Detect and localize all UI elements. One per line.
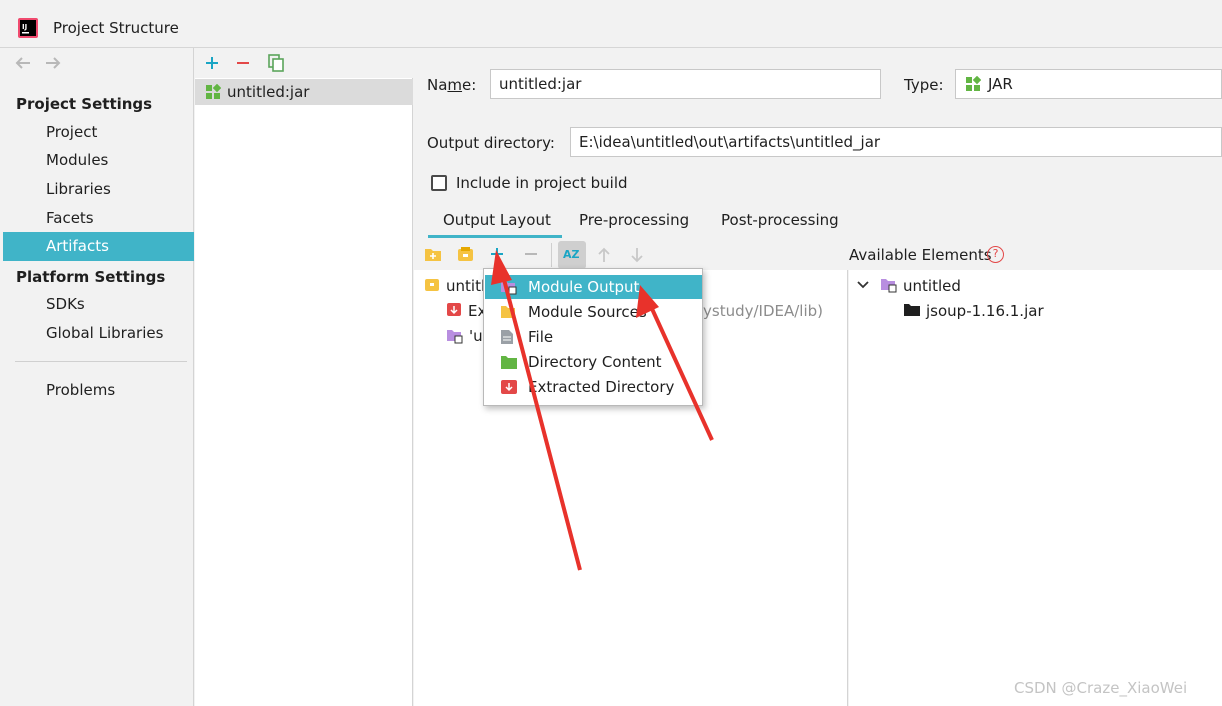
watermark: CSDN @Craze_XiaoWei [1014, 679, 1188, 697]
artifact-item[interactable]: untitled:jar [195, 79, 413, 105]
window-title: Project Structure [53, 19, 179, 37]
title-bar: IJ Project Structure [0, 10, 1222, 48]
type-value: JAR [988, 75, 1013, 93]
help-icon[interactable]: ? [987, 246, 1004, 263]
sort-az-icon[interactable]: AZ [558, 241, 586, 269]
tab-pre-processing[interactable]: Pre-processing [579, 211, 689, 229]
available-elements-header: Available Elements [849, 246, 992, 264]
copy-icon[interactable] [268, 54, 284, 72]
back-arrow-icon[interactable] [15, 57, 31, 69]
menu-item-directory-content[interactable]: Directory Content [485, 350, 702, 374]
nav-item-project[interactable]: Project [3, 118, 194, 147]
create-archive-icon[interactable] [457, 246, 474, 262]
chevron-down-icon[interactable] [857, 281, 869, 289]
extracted-dir-icon [446, 302, 462, 317]
layout-row-root[interactable]: untitl [446, 277, 485, 295]
intellij-logo-icon: IJ [18, 18, 38, 38]
nav-item-problems[interactable]: Problems [3, 376, 194, 405]
directory-content-icon [500, 354, 518, 370]
available-library-jsoup[interactable]: jsoup-1.16.1.jar [926, 302, 1044, 320]
svg-text:IJ: IJ [22, 23, 27, 31]
menu-item-module-sources[interactable]: Module Sources [485, 300, 702, 324]
artifact-list-toolbar [195, 48, 413, 78]
type-label: Type: [904, 76, 944, 94]
nav-item-facets[interactable]: Facets [3, 204, 194, 233]
nav-item-global-libraries[interactable]: Global Libraries [3, 319, 194, 348]
output-directory-label: Output directory: [427, 134, 555, 152]
module-folder-icon [880, 277, 898, 293]
toolbar-separator [551, 243, 552, 267]
nav-item-artifacts[interactable]: Artifacts [3, 232, 194, 261]
layout-row-module-output[interactable]: 'u [469, 327, 483, 345]
active-tab-indicator [428, 235, 562, 238]
forward-arrow-icon[interactable] [45, 57, 61, 69]
menu-item-file[interactable]: File [485, 325, 702, 349]
move-down-icon[interactable] [630, 247, 644, 263]
menu-item-extracted-directory[interactable]: Extracted Directory [485, 375, 702, 399]
nav-item-libraries[interactable]: Libraries [3, 175, 194, 204]
nav-item-modules[interactable]: Modules [3, 146, 194, 175]
include-in-build-checkbox[interactable] [431, 175, 447, 191]
remove-element-icon[interactable] [524, 247, 538, 261]
source-folder-icon [500, 304, 518, 320]
module-output-icon [500, 279, 518, 295]
jar-folder-icon [424, 277, 440, 292]
platform-settings-header: Platform Settings [16, 268, 166, 286]
file-icon [500, 329, 514, 345]
module-output-icon [446, 328, 464, 344]
output-directory-field[interactable]: E:\idea\untitled\out\artifacts\untitled_… [570, 127, 1222, 157]
add-icon[interactable] [205, 56, 219, 70]
name-field[interactable]: untitled:jar [490, 69, 881, 99]
add-element-popup-menu: Module Output Module Sources File Direct… [483, 268, 703, 406]
available-module-untitled[interactable]: untitled [903, 277, 961, 295]
add-element-icon[interactable] [490, 247, 504, 261]
settings-navigation: Project Settings Project Modules Librari… [3, 48, 194, 706]
artifact-item-label: untitled:jar [227, 83, 310, 101]
type-select[interactable]: JAR [955, 69, 1222, 99]
tab-post-processing[interactable]: Post-processing [721, 211, 839, 229]
library-folder-icon [903, 303, 921, 317]
menu-item-module-output[interactable]: Module Output [485, 275, 702, 299]
nav-divider [15, 361, 187, 362]
new-directory-icon[interactable] [424, 247, 442, 262]
include-in-build-label: Include in project build [456, 174, 628, 192]
name-label: Name: [427, 76, 477, 94]
remove-icon[interactable] [236, 56, 250, 70]
move-up-icon[interactable] [597, 247, 611, 263]
nav-item-sdks[interactable]: SDKs [3, 290, 194, 319]
jar-type-icon [965, 76, 981, 92]
extracted-directory-icon [500, 379, 518, 395]
jar-artifact-icon [205, 84, 221, 100]
tab-output-layout[interactable]: Output Layout [443, 211, 551, 229]
artifact-list-panel: untitled:jar [195, 48, 413, 706]
project-settings-header: Project Settings [16, 95, 153, 113]
layout-row-extracted-path: ystudy/IDEA/lib) [703, 302, 824, 320]
available-elements-tree [849, 270, 1222, 706]
